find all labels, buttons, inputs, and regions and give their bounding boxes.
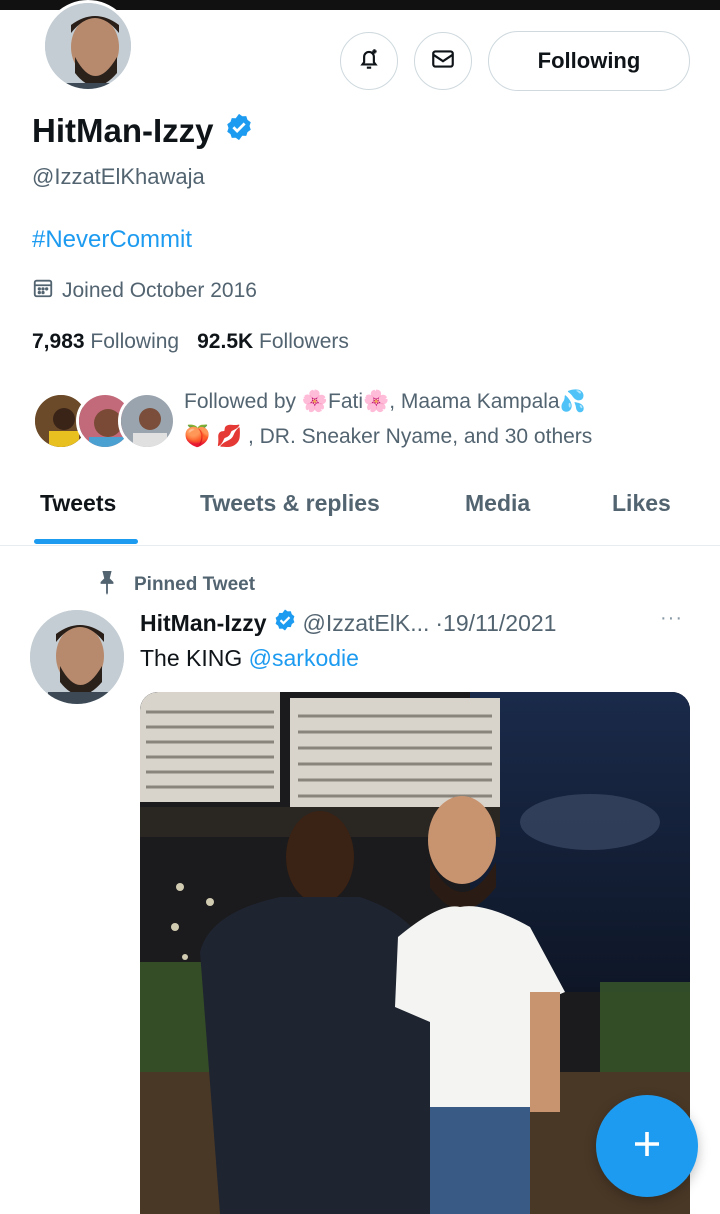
following-count-link[interactable]: 7,983 Following <box>32 330 179 354</box>
following-button[interactable]: Following <box>488 31 690 91</box>
tweet-author-handle: @IzzatElK... <box>302 609 430 636</box>
verified-badge-icon <box>224 112 254 150</box>
message-button[interactable] <box>414 32 472 90</box>
profile-tabs: Tweets Tweets & replies Media Likes <box>0 472 720 546</box>
display-name: HitMan-Izzy <box>32 112 214 149</box>
joined-date: Joined October 2016 <box>32 277 257 305</box>
bell-plus-icon <box>356 46 382 77</box>
tweet-author-avatar[interactable] <box>30 610 124 704</box>
tweet-author-name[interactable]: HitMan-Izzy <box>140 610 267 637</box>
avatar <box>118 392 176 450</box>
followed-by-avatars[interactable] <box>32 392 176 452</box>
mention-link[interactable]: @sarkodie <box>249 645 359 671</box>
pinned-label: Pinned Tweet <box>96 569 255 601</box>
more-options-icon[interactable]: ··· <box>660 607 683 630</box>
verified-badge-icon <box>273 608 297 638</box>
active-tab-indicator <box>34 539 138 544</box>
followers-count-link[interactable]: 92.5K Followers <box>197 330 349 354</box>
tab-likes[interactable]: Likes <box>612 490 671 517</box>
tab-media[interactable]: Media <box>465 490 530 517</box>
profile-name: HitMan-Izzy <box>32 112 254 150</box>
tweet-header: HitMan-Izzy @IzzatElK... ·19/11/2021 <box>140 608 556 638</box>
envelope-icon <box>430 46 456 77</box>
followed-by-text[interactable]: Followed by 🌸Fati🌸, Maama Kampala💦 🍑 💋 ,… <box>184 384 684 454</box>
compose-tweet-button[interactable] <box>596 1095 698 1197</box>
tab-tweets[interactable]: Tweets <box>40 490 116 517</box>
pin-icon <box>96 569 118 601</box>
calendar-icon <box>32 277 54 305</box>
joined-label: Joined October 2016 <box>62 279 257 302</box>
notify-button[interactable] <box>340 32 398 90</box>
follow-counts: 7,983 Following 92.5K Followers <box>32 330 349 354</box>
plus-icon <box>629 1126 665 1167</box>
tweet-date[interactable]: ·19/11/2021 <box>435 610 556 637</box>
profile-bio-hashtag[interactable]: #NeverCommit <box>32 226 192 254</box>
profile-avatar[interactable] <box>42 0 134 92</box>
profile-handle: @IzzatElKhawaja <box>32 164 205 189</box>
tab-tweets-and-replies[interactable]: Tweets & replies <box>200 490 380 517</box>
tweet-text: The KING @sarkodie <box>140 645 359 671</box>
